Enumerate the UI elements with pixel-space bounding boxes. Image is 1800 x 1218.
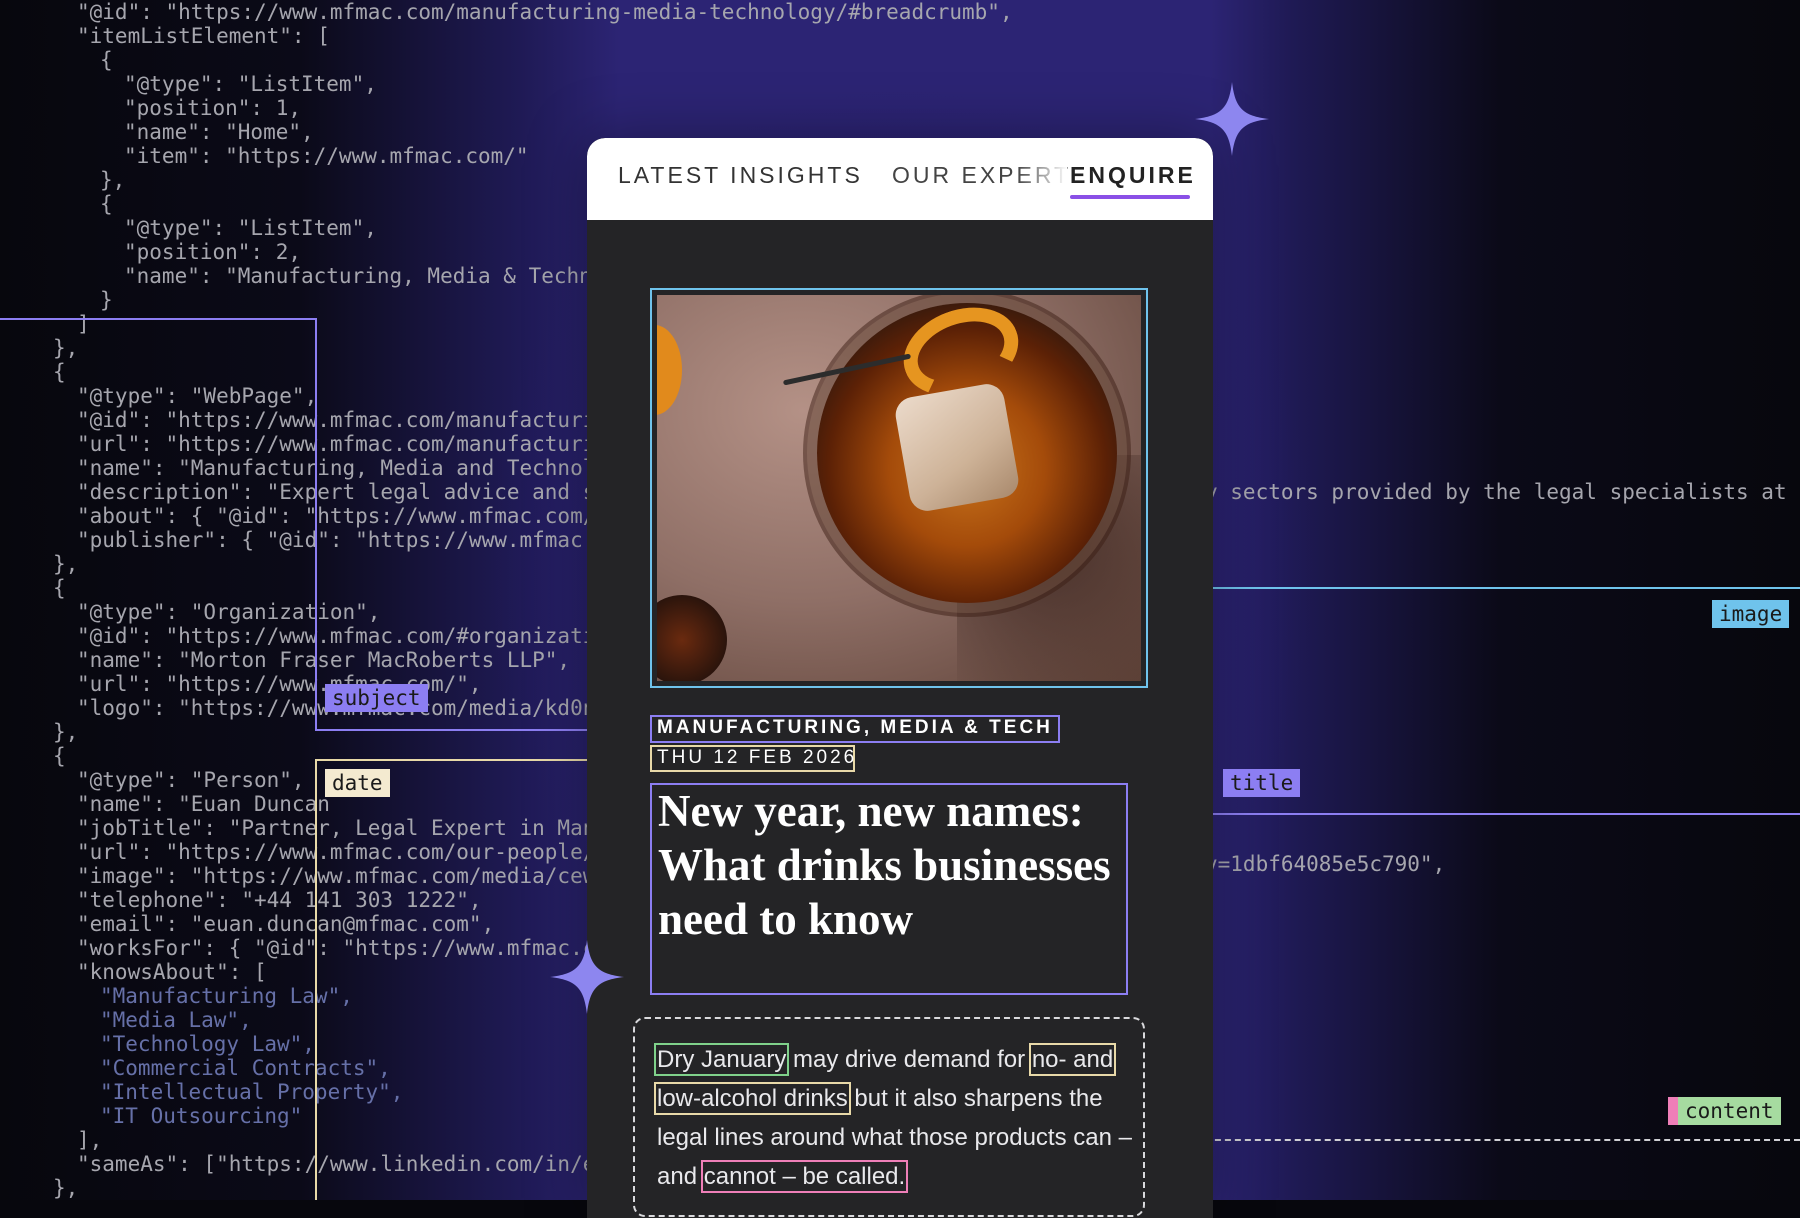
code-line: "Technology Law", <box>100 1032 315 1056</box>
code-line: "@id": "https://www.mfmac.com/manufactur… <box>77 408 596 432</box>
code-line: "item": "https://www.mfmac.com/" <box>124 144 529 168</box>
content-text-1: may drive demand for <box>786 1046 1032 1073</box>
code-line: "@id": "https://www.mfmac.com/manufactur… <box>77 0 1013 24</box>
code-line: { <box>100 48 113 72</box>
code-line: { <box>53 576 66 600</box>
subject-tag: subject <box>325 684 428 712</box>
code-line: "@type": "ListItem", <box>124 72 377 96</box>
code-line: "name": "Manufacturing, Media and Techno… <box>77 456 596 480</box>
sparkle-icon <box>550 940 624 1014</box>
code-line: { <box>100 192 113 216</box>
image-ice-cube <box>892 381 1022 514</box>
article-image[interactable] <box>657 295 1141 681</box>
article-image-frame <box>650 288 1148 688</box>
code-line: }, <box>53 336 79 360</box>
code-line: "knowsAbout": [ <box>77 960 267 984</box>
code-line: "Manufacturing Law", <box>100 984 353 1008</box>
title-tag: title <box>1223 769 1301 797</box>
code-line: "jobTitle": "Partner, Legal Expert in Ma… <box>77 816 596 840</box>
code-line: y sectors provided by the legal speciali… <box>1205 480 1800 504</box>
code-line: { <box>53 360 66 384</box>
code-line: "name": "Euan Duncan <box>77 792 330 816</box>
nav-fade <box>1017 156 1067 196</box>
image-tag: image <box>1712 600 1790 628</box>
code-line: "about": { "@id": "https://www.mfmac.com… <box>77 504 596 528</box>
sparkle-icon <box>1195 82 1269 156</box>
code-line: "Intellectual Property", <box>100 1080 404 1104</box>
nav-item-latest-insights[interactable]: LATEST INSIGHTS <box>618 162 863 189</box>
code-line: }, <box>100 168 126 192</box>
code-line: "email": "euan.duncan@mfmac.com", <box>77 912 495 936</box>
content-highlight-dry-january: Dry January <box>653 1043 790 1076</box>
date-tag: date <box>325 769 390 797</box>
article-title[interactable]: New year, new names: What drinks busines… <box>658 784 1128 946</box>
code-line: "position": 2, <box>124 240 302 264</box>
top-navigation: LATEST INSIGHTS OUR EXPERT ENQUIRE <box>587 138 1213 220</box>
code-line: "image": "https://www.mfmac.com/media/ce… <box>77 864 596 888</box>
code-line: "@type": "ListItem", <box>124 216 377 240</box>
code-line: }, <box>53 1176 79 1200</box>
code-line: "IT Outsourcing" <box>100 1104 303 1128</box>
code-line: }, <box>53 720 79 744</box>
code-line: "name": "Morton Fraser MacRoberts LLP", <box>77 648 571 672</box>
code-line: "@type": "WebPage", <box>77 384 318 408</box>
code-line: ] <box>77 312 90 336</box>
article-content: Dry January may drive demand for no- and… <box>653 1040 1137 1196</box>
code-line: "name": "Manufacturing, Media & Techn <box>124 264 592 288</box>
code-line: "@type": "Organization", <box>77 600 381 624</box>
code-line: "@type": "Person", <box>77 768 305 792</box>
code-line: v=1dbf64085e5c790", <box>1205 852 1446 876</box>
article-subject[interactable]: MANUFACTURING, MEDIA & TECH <box>657 717 1053 739</box>
code-line: "sameAs": ["https://www.linkedin.com/in/… <box>77 1152 596 1176</box>
image-orange-slice <box>657 325 682 415</box>
code-line: "itemListElement": [ <box>77 24 330 48</box>
code-line: "name": "Home", <box>124 120 314 144</box>
code-line: "telephone": "+44 141 303 1222", <box>77 888 482 912</box>
image-second-glass <box>657 595 727 681</box>
content-tag: content <box>1668 1097 1781 1125</box>
active-tab-indicator <box>1070 195 1190 199</box>
code-line: "Commercial Contracts", <box>100 1056 391 1080</box>
code-line: }, <box>53 552 79 576</box>
code-line: ], <box>77 1128 103 1152</box>
code-line: "description": "Expert legal advice and … <box>77 480 596 504</box>
code-line: "publisher": { "@id": "https://www.mfmac… <box>77 528 596 552</box>
nav-item-enquire[interactable]: ENQUIRE <box>1070 162 1196 189</box>
code-line: "url": "https://www.mfmac.com/our-people… <box>77 840 596 864</box>
code-line: "worksFor": { "@id": "https://www.mfmac.… <box>77 936 596 960</box>
code-line: "@id": "https://www.mfmac.com/#organizat… <box>77 624 596 648</box>
code-line: { <box>53 744 66 768</box>
code-line: } <box>100 288 113 312</box>
code-line: "position": 1, <box>124 96 302 120</box>
article-date: THU 12 FEB 2026 <box>657 747 858 768</box>
code-line: "Media Law", <box>100 1008 252 1032</box>
code-line: "url": "https://www.mfmac.com/manufactur… <box>77 432 596 456</box>
content-highlight-cannot-be-called: cannot – be called. <box>700 1160 909 1193</box>
